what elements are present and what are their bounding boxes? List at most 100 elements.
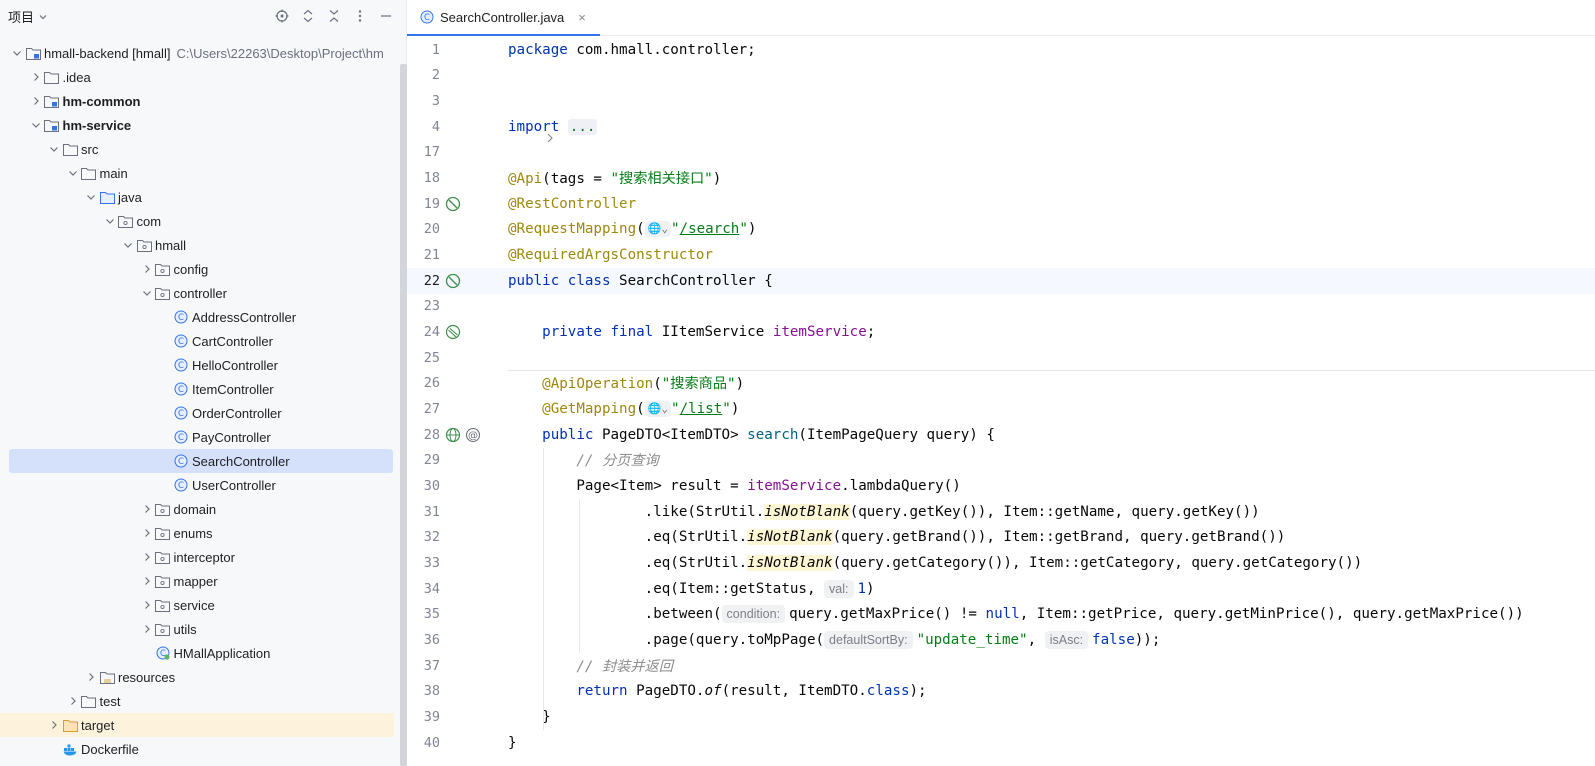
tree-item-target[interactable]: target — [0, 713, 394, 737]
code-text: package com.hmall.controller; — [508, 41, 756, 58]
tree-item-hmall-backend-hmall[interactable]: hmall-backend [hmall] C:\Users\22263\Desk… — [0, 41, 394, 65]
project-tree-scrollbar[interactable] — [400, 64, 407, 766]
tree-item-com[interactable]: com — [0, 209, 394, 233]
tree-item-enums[interactable]: enums — [0, 521, 394, 545]
tree-item-hellocontroller[interactable]: C HelloController — [0, 353, 394, 377]
tree-item-hmallapplication[interactable]: C HMallApplication — [0, 641, 394, 665]
code-line: 37 // 封装并返回 — [407, 653, 1595, 679]
tree-item-hmall[interactable]: hmall — [0, 233, 394, 257]
chevron-right-icon[interactable] — [139, 597, 155, 613]
class-icon: C — [173, 405, 189, 421]
code-text: .between(condition: query.getMaxPrice() !… — [644, 605, 1524, 624]
collapse-all-icon[interactable] — [326, 8, 342, 24]
tree-item-mapper[interactable]: mapper — [0, 569, 394, 593]
web-request-icon[interactable] — [444, 426, 462, 444]
chevron-right-icon[interactable] — [139, 549, 155, 565]
expand-all-icon[interactable] — [300, 8, 316, 24]
tree-item-service[interactable]: service — [0, 593, 394, 617]
docker-icon — [62, 741, 78, 757]
tree-item-controller[interactable]: controller — [0, 281, 394, 305]
package-icon — [155, 597, 171, 613]
endpoint-link[interactable]: /list — [680, 401, 723, 417]
package-icon — [155, 573, 171, 589]
tree-item-src[interactable]: src — [0, 137, 394, 161]
chevron-down-icon[interactable] — [83, 189, 99, 205]
endpoint-link[interactable]: /search — [680, 221, 740, 237]
tree-item-main[interactable]: main — [0, 161, 394, 185]
line-number: 21 — [423, 247, 440, 264]
folded-imports[interactable]: ... — [567, 118, 598, 135]
tree-item-path: C:\Users\22263\Desktop\Project\hm — [176, 45, 384, 61]
code-text: // 封装并返回 — [576, 658, 673, 675]
line-number: 35 — [423, 606, 440, 623]
tree-item-idea[interactable]: .idea — [0, 65, 394, 89]
code-line: 25 — [407, 345, 1595, 371]
chevron-right-icon[interactable] — [28, 69, 44, 85]
tab-label: SearchController.java — [440, 9, 565, 25]
chevron-down-icon[interactable] — [46, 141, 62, 157]
chevron-down-icon[interactable] — [120, 237, 136, 253]
chevron-right-icon[interactable] — [83, 669, 99, 685]
chevron-down-icon[interactable] — [65, 165, 81, 181]
package-icon — [136, 237, 152, 253]
more-options-icon[interactable] — [352, 8, 368, 24]
chevron-right-icon[interactable] — [46, 717, 62, 733]
code-line: 40 } — [407, 730, 1595, 756]
tree-item-addresscontroller[interactable]: C AddressController — [0, 305, 394, 329]
tree-item-domain[interactable]: domain — [0, 497, 394, 521]
chevron-down-icon[interactable] — [28, 117, 44, 133]
tree-item-searchcontroller[interactable]: C SearchController — [9, 449, 393, 473]
chevron-down-icon[interactable] — [139, 285, 155, 301]
web-endpoint-icon[interactable]: 🌐⌄ — [644, 401, 672, 418]
tree-item-resources[interactable]: resources — [0, 665, 394, 689]
chevron-right-icon[interactable] — [139, 525, 155, 541]
tree-item-java[interactable]: java — [0, 185, 394, 209]
tree-item-itemcontroller[interactable]: C ItemController — [0, 377, 394, 401]
tree-item-interceptor[interactable]: interceptor — [0, 545, 394, 569]
project-view-selector[interactable]: 项目 — [8, 7, 48, 26]
tree-item-dockerfile[interactable]: Dockerfile — [0, 737, 394, 761]
chevron-down-icon[interactable] — [9, 45, 25, 61]
line-number: 4 — [431, 118, 440, 135]
tree-item-utils[interactable]: utils — [0, 617, 394, 641]
class-icon: C — [173, 357, 189, 373]
tree-item-usercontroller[interactable]: C UserController — [0, 473, 394, 497]
spring-autowired-icon[interactable] — [444, 323, 462, 341]
chevron-down-icon[interactable] — [102, 213, 118, 229]
tree-item-hm-common[interactable]: hm-common — [0, 89, 394, 113]
at-sign-icon[interactable]: @ — [464, 426, 482, 444]
tree-item-label: UserController — [192, 477, 276, 493]
locate-file-icon[interactable] — [274, 8, 290, 24]
code-line: 23 — [407, 294, 1595, 320]
web-endpoint-icon[interactable]: 🌐⌄ — [644, 221, 671, 238]
chevron-right-icon[interactable] — [65, 693, 81, 709]
line-number: 31 — [423, 503, 440, 520]
chevron-right-icon[interactable] — [28, 93, 44, 109]
chevron-right-icon[interactable] — [139, 621, 155, 637]
tree-item-test[interactable]: test — [0, 689, 394, 713]
folder-icon — [81, 165, 97, 181]
tree-item-config[interactable]: config — [0, 257, 394, 281]
tree-item-paycontroller[interactable]: C PayController — [0, 425, 394, 449]
code-area[interactable]: 1 package com.hmall.controller; 2 3 4 im… — [407, 37, 1595, 766]
chevron-right-icon[interactable] — [139, 261, 155, 277]
tree-item-hm-service[interactable]: hm-service — [0, 113, 394, 137]
close-tab-icon[interactable]: × — [578, 10, 586, 25]
code-line: 30 Page<Item> result = itemService.lambd… — [407, 473, 1595, 499]
chevron-right-icon[interactable] — [139, 501, 155, 517]
tab-search-controller[interactable]: C SearchController.java × — [407, 0, 600, 36]
tree-item-cartcontroller[interactable]: C CartController — [0, 329, 394, 353]
code-text: @RequiredArgsConstructor — [508, 247, 713, 264]
code-line: 39 } — [407, 704, 1595, 730]
spring-bean-icon[interactable] — [444, 195, 462, 213]
code-line: 4 import ... — [407, 114, 1595, 143]
chevron-right-icon[interactable] — [139, 573, 155, 589]
spring-bean-icon[interactable] — [444, 272, 462, 290]
hide-panel-icon[interactable] — [378, 8, 394, 24]
package-icon — [155, 621, 171, 637]
tree-item-ordercontroller[interactable]: C OrderController — [0, 401, 394, 425]
